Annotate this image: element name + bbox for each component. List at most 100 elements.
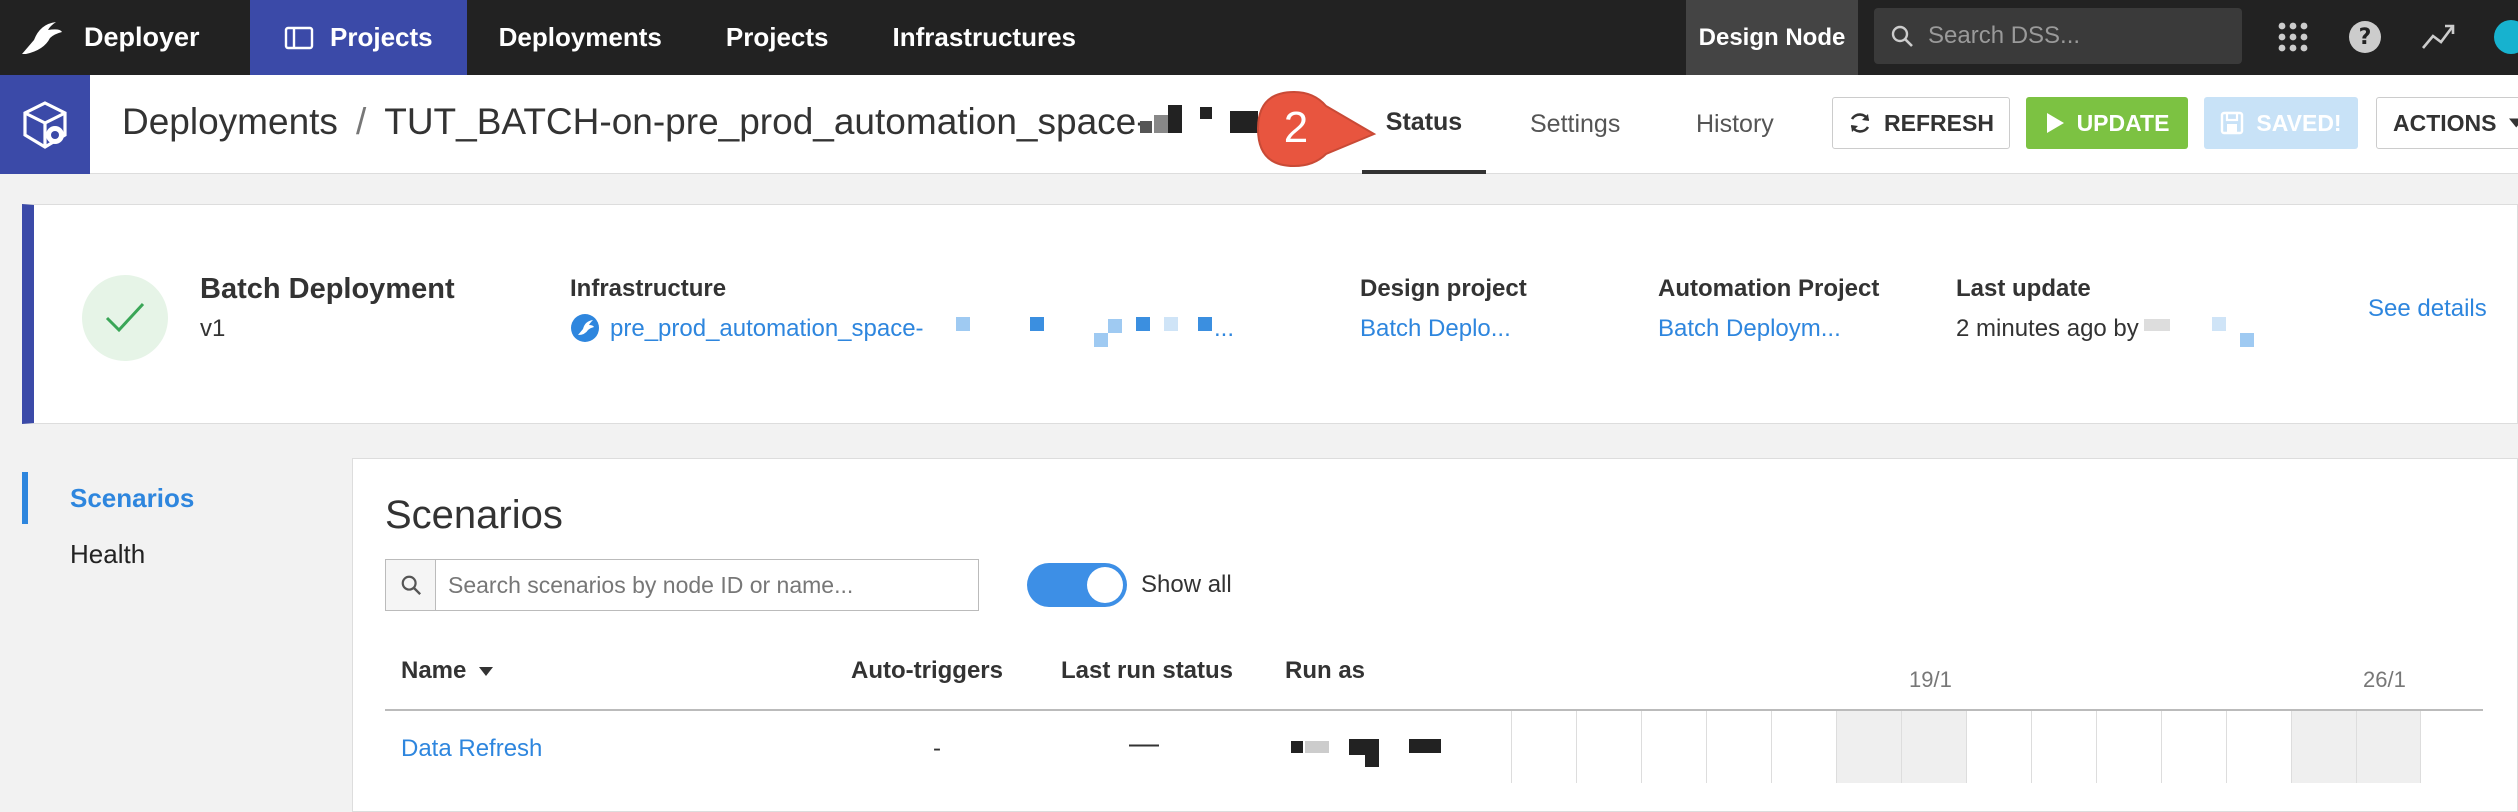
deployment-summary-card: Batch Deployment v1 Infrastructure pre_p… <box>22 204 2518 424</box>
redacted-block <box>1136 317 1150 331</box>
timeline-cell <box>2096 711 2161 783</box>
infrastructure-icon <box>571 314 599 342</box>
last-update-label: Last update <box>1956 275 2091 302</box>
projects-icon <box>284 26 314 49</box>
update-button[interactable]: UPDATE <box>2026 97 2188 149</box>
timeline-cell-weekend <box>1836 711 1901 783</box>
nav-projects[interactable]: Projects <box>694 0 861 75</box>
sort-down-icon <box>479 666 494 676</box>
timeline-cell <box>2031 711 2096 783</box>
callout-2: 2 <box>1256 90 1377 168</box>
scenario-name-link[interactable]: Data Refresh <box>401 735 542 763</box>
redacted-block <box>2144 319 2170 331</box>
column-last-run-status: Last run status <box>1061 657 1234 684</box>
infrastructure-ellipsis: ... <box>1214 315 1235 342</box>
show-all-toggle[interactable] <box>1027 563 1127 607</box>
timeline-cell <box>1576 711 1641 783</box>
column-auto-triggers: Auto-triggers <box>851 657 1003 684</box>
refresh-icon <box>1850 113 1870 133</box>
nav-deployments[interactable]: Deployments <box>467 0 694 75</box>
redacted-block <box>1291 741 1303 753</box>
caret-down-icon <box>2508 118 2518 128</box>
avatar[interactable] <box>2490 16 2518 58</box>
scenario-search[interactable] <box>385 559 979 611</box>
timeline-cell-weekend <box>2291 711 2356 783</box>
see-details-link[interactable]: See details <box>2368 295 2487 323</box>
nav-projects-active[interactable]: Projects <box>250 0 467 75</box>
timeline-cell <box>1771 711 1836 783</box>
breadcrumb: Deployments / TUT_BATCH-on-pre_prod_automa… <box>122 101 1149 143</box>
global-search[interactable] <box>1874 8 2242 64</box>
sidemenu-scenarios[interactable]: Scenarios <box>22 472 194 524</box>
tab-settings[interactable]: Settings <box>1530 75 1620 174</box>
saved-label: SAVED! <box>2256 109 2342 136</box>
scenarios-title: Scenarios <box>385 493 563 537</box>
timeline-cell <box>1966 711 2031 783</box>
design-project-link[interactable]: Batch Deplo... <box>1360 315 1511 343</box>
timeline-date: 19/1 <box>1909 667 1952 692</box>
global-search-input[interactable] <box>1928 22 2228 50</box>
redacted-block <box>1094 333 1108 347</box>
automation-project-label: Automation Project <box>1658 275 1880 302</box>
column-name-label: Name <box>401 657 467 684</box>
timeline-cell <box>1511 711 1576 783</box>
breadcrumb-root[interactable]: Deployments <box>122 101 338 142</box>
top-nav: Deployer Projects Deployments Projects I… <box>0 0 2518 75</box>
nav-deployments-label: Deployments <box>498 22 662 52</box>
scenario-timeline <box>1511 711 2423 783</box>
deployment-type: Batch Deployment <box>200 273 455 305</box>
last-update-value: 2 minutes ago by <box>1956 315 2139 342</box>
redacted-block <box>1305 741 1329 753</box>
redacted-block <box>1154 115 1168 133</box>
search-icon <box>1891 25 1913 47</box>
saved-button[interactable]: SAVED! <box>2204 97 2358 149</box>
design-project-label: Design project <box>1360 275 1527 302</box>
column-run-as: Run as <box>1285 657 1366 684</box>
timeline-cell <box>1641 711 1706 783</box>
scenario-last-run-status: — <box>1129 727 1159 760</box>
timeline-date: 26/1 <box>2363 667 2406 692</box>
design-node-button[interactable]: Design Node <box>1686 0 1858 75</box>
infrastructure-link[interactable]: pre_prod_automation_space- <box>610 315 924 343</box>
tab-status[interactable]: Status <box>1362 75 1486 174</box>
timeline-cell <box>2226 711 2291 783</box>
brand[interactable]: Deployer <box>0 0 250 75</box>
play-icon <box>2046 113 2064 133</box>
column-name[interactable]: Name <box>401 657 494 685</box>
deployment-name: TUT_BATCH-on-pre_prod_automation_space- <box>384 101 1149 142</box>
tab-history-label: History <box>1696 110 1774 138</box>
scenario-search-input[interactable] <box>436 560 978 610</box>
status-ok-badge <box>82 275 168 361</box>
redacted-block <box>1409 739 1441 753</box>
redacted-block <box>1168 105 1182 133</box>
timeline-cell-weekend <box>1901 711 1966 783</box>
sidemenu-health[interactable]: Health <box>22 528 145 580</box>
nav-projects-label-2: Projects <box>725 22 829 52</box>
tab-history[interactable]: History <box>1696 75 1774 174</box>
nav-infrastructures[interactable]: Infrastructures <box>860 0 1108 75</box>
timeline-cell <box>2161 711 2226 783</box>
redacted-block <box>1108 319 1122 333</box>
search-icon <box>386 560 436 610</box>
redacted-block <box>2240 333 2254 347</box>
help-icon[interactable]: ? <box>2344 16 2386 58</box>
refresh-button[interactable]: REFRESH <box>1832 97 2010 149</box>
timeline-cell <box>1706 711 1771 783</box>
redacted-block <box>1164 317 1178 331</box>
sidemenu-scenarios-label: Scenarios <box>70 482 195 513</box>
sidemenu-health-label: Health <box>70 538 146 569</box>
apps-grid-icon[interactable] <box>2272 16 2314 58</box>
redacted-block <box>1030 317 1044 331</box>
callout-2-number: 2 <box>1284 103 1308 152</box>
deployment-icon <box>0 75 90 174</box>
automation-project-link[interactable]: Batch Deploym... <box>1658 315 1841 343</box>
trend-icon[interactable] <box>2418 16 2460 58</box>
scenarios-panel: Scenarios Show all Name Auto-triggers La… <box>352 458 2518 812</box>
infrastructure-label: Infrastructure <box>570 275 727 302</box>
svg-text:?: ? <box>2359 25 2372 50</box>
nav-infrastructures-label: Infrastructures <box>892 22 1076 52</box>
tab-status-label: Status <box>1385 108 1463 136</box>
show-all-label: Show all <box>1141 571 1232 598</box>
redacted-block <box>1365 753 1379 767</box>
actions-dropdown[interactable]: ACTIONS <box>2376 97 2518 149</box>
